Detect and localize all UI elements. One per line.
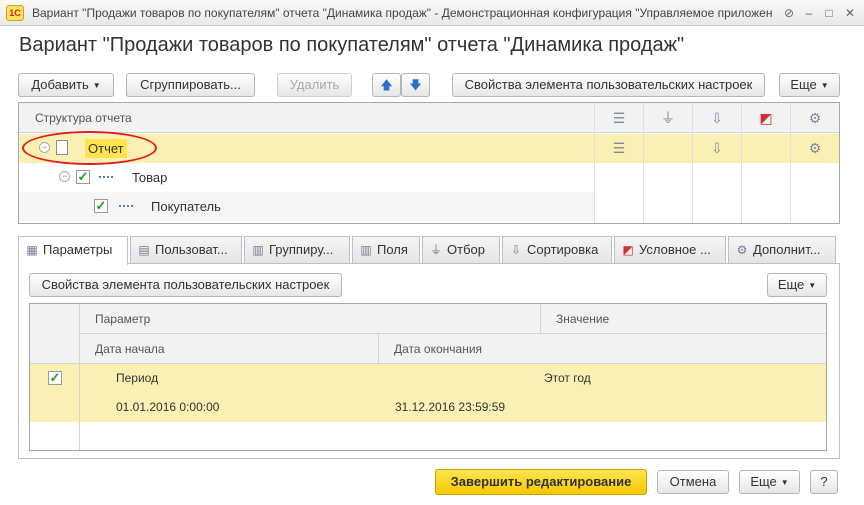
finish-editing-button[interactable]: Завершить редактирование [435,469,647,495]
column-header-value[interactable]: Значение [541,304,826,334]
tree-row-product[interactable]: − ✓ Товар [19,163,594,192]
app-logo-icon: 1С [6,5,24,21]
chevron-down-icon: ▼ [808,281,817,290]
tab-label: Поля [377,242,408,257]
settings-icon: ☰ [612,110,626,126]
cancel-button[interactable]: Отмена [657,470,729,494]
column-header-param[interactable]: Параметр [80,304,541,334]
tree-row-customer[interactable]: ✓ Покупатель [19,192,594,221]
tree-header-label: Структура отчета [35,111,132,125]
param-name-cell[interactable]: Период [80,364,541,393]
report-structure-tree[interactable]: Структура отчета ☰ ☰ ⏚ ⇩ ⇩ ◩ ⚙ ⚙ − Отчет… [18,102,840,224]
sort-icon: ⇩ [510,243,522,257]
delete-button[interactable]: Удалить [277,73,352,97]
grouping-field-icon [119,205,133,209]
add-button[interactable]: Добавить ▼ [18,73,114,97]
fields-icon: ▥ [360,243,372,257]
tab-parameters[interactable]: ▦ Параметры [18,236,128,265]
more-button-label: Еще [790,77,817,92]
checkbox[interactable]: ✓ [48,371,62,385]
more-button-label: Еще [750,474,777,489]
add-button-label: Добавить [31,77,89,92]
grouping-icon: ▥ [252,243,264,257]
tab-sort[interactable]: ⇩ Сортировка [502,236,612,264]
param-more-button[interactable]: Еще ▼ [767,273,827,297]
tab-label: Сортировка [527,242,599,257]
column-header-start[interactable]: Дата начала [80,334,379,364]
element-properties-button[interactable]: Свойства элемента пользовательских настр… [452,73,765,97]
conditional-format-column[interactable]: ◩ [741,103,790,223]
chevron-down-icon: ▼ [780,478,789,487]
grouping-field-icon [99,176,113,180]
params-icon: ▦ [26,243,38,257]
other-settings-icon: ⚙ [808,110,822,126]
checkbox[interactable]: ✓ [76,170,90,184]
other-settings-column[interactable]: ⚙ ⚙ [790,103,839,223]
more-button-label: Еще [777,277,805,292]
page-title: Вариант "Продажи товаров по покупателям"… [19,34,685,56]
tab-fields[interactable]: ▥ Поля [352,236,420,264]
group-button[interactable]: Сгруппировать... [126,73,255,97]
tab-grouping[interactable]: ▥ Группиру... [244,236,350,264]
window-title: Вариант "Продажи товаров по покупателям"… [32,6,772,20]
param-start-cell[interactable]: 01.01.2016 0:00:00 [80,393,379,422]
window-titlebar: 1С Вариант "Продажи товаров по покупател… [0,0,864,26]
tab-label: Отбор [447,242,485,257]
tab-filter[interactable]: ⏚ Отбор [422,236,500,264]
param-value-cell[interactable]: Этот год [541,364,826,393]
other-settings-icon: ⚙ [736,243,748,257]
user-fields-icon: ▤ [138,243,150,257]
settings-tabs: ▦ Параметры ▤ Пользоват... ▥ Группиру... ▥ П… [18,236,840,265]
move-up-button[interactable]: 🡅 [372,73,401,97]
filter-column[interactable]: ⏚ [643,103,692,223]
highlight-ellipse [22,131,157,165]
more-button[interactable]: Еще ▼ [779,73,840,97]
settings-column[interactable]: ☰ ☰ [594,103,643,223]
tree-row-label: Товар [132,170,168,185]
tab-other-settings[interactable]: ⚙ Дополнит... [728,236,836,264]
move-down-button[interactable]: 🡇 [401,73,430,97]
parameters-table[interactable]: ✓ Параметр Значение Дата начала Дата око… [29,303,827,451]
settings-icon: ☰ [612,140,626,156]
param-end-cell[interactable]: 31.12.2016 23:59:59 [379,393,826,422]
help-button[interactable]: ? [810,470,838,494]
param-properties-button[interactable]: Свойства элемента пользовательских настр… [29,273,342,297]
filter-icon: ⏚ [661,110,675,126]
checkbox-column: ✓ [30,304,80,450]
tab-label: Параметры [43,242,113,257]
minimize-button[interactable]: – [800,4,818,22]
row-checkbox-cell: ✓ [30,364,79,422]
header-cell [30,304,79,364]
tab-label: Дополнит... [753,242,821,257]
sort-column[interactable]: ⇩ ⇩ [692,103,741,223]
conditional-format-icon: ◩ [622,243,634,257]
filter-icon: ⏚ [429,243,442,257]
link-icon[interactable]: ⊘ [780,4,798,22]
maximize-button[interactable]: □ [820,4,838,22]
tab-conditional-format[interactable]: ◩ Условное ... [614,236,726,264]
collapse-icon[interactable]: − [59,171,70,182]
tree-row-label: Покупатель [151,199,221,214]
footer-more-button[interactable]: Еще ▼ [739,470,800,494]
sort-icon: ⇩ [711,140,723,156]
tab-label: Условное ... [639,242,711,257]
tab-user-fields[interactable]: ▤ Пользоват... [130,236,242,264]
close-button[interactable]: ✕ [841,4,859,22]
checkbox[interactable]: ✓ [94,199,108,213]
other-settings-icon: ⚙ [808,140,822,156]
conditional-format-icon: ◩ [759,110,773,126]
tab-label: Группиру... [269,242,334,257]
chevron-down-icon: ▼ [92,81,101,90]
column-header-end[interactable]: Дата окончания [379,334,826,364]
sort-icon: ⇩ [711,110,723,126]
chevron-down-icon: ▼ [820,81,829,90]
tab-label: Пользоват... [155,242,228,257]
